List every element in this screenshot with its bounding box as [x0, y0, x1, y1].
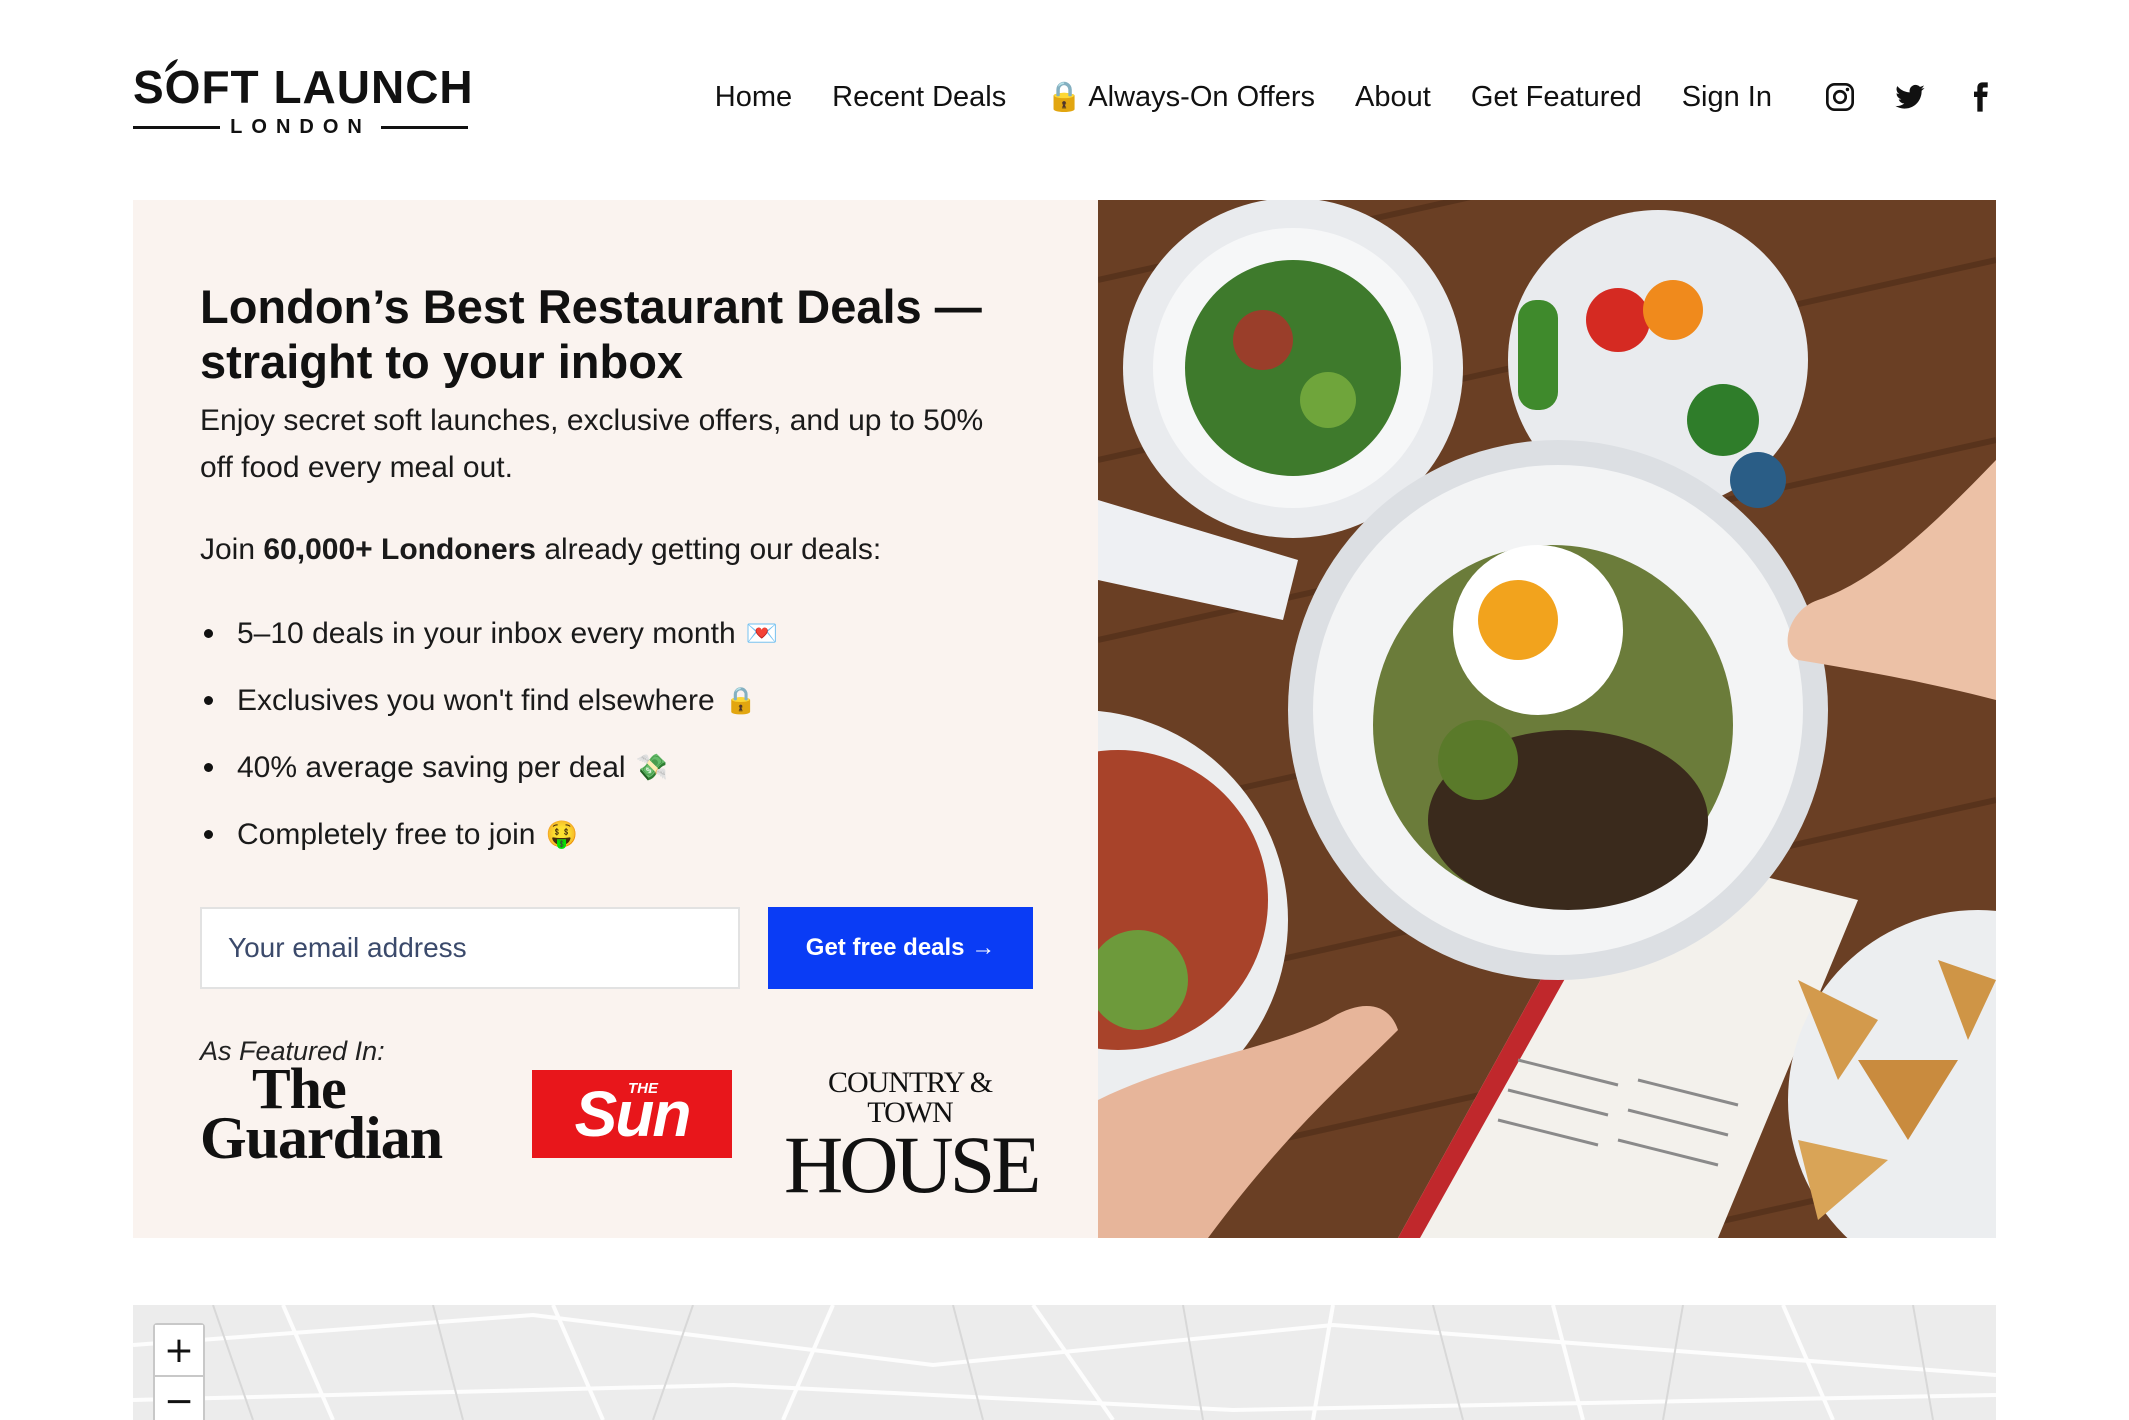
- map-tiles: [133, 1305, 1996, 1420]
- hero-food-photo: [1098, 200, 1996, 1238]
- guardian-logo: The Guardian: [200, 1056, 443, 1171]
- country-and-town-house-logo: COUNTRY & TOWN HOUSE: [784, 1066, 1041, 1210]
- the-sun-logo: THE Sun: [532, 1070, 732, 1158]
- nav-sign-in[interactable]: Sign In: [1682, 81, 1772, 114]
- site-header: SOFT LAUNCH LONDON Home Recent Deals 🔒 Al…: [133, 0, 1996, 200]
- love-letter-icon: 💌: [745, 618, 779, 648]
- benefit-item: 5–10 deals in your inbox every month 💌: [200, 600, 778, 667]
- nav-about[interactable]: About: [1355, 81, 1431, 114]
- money-wings-icon: 💸: [635, 752, 668, 782]
- join-statement: Join 60,000+ Londoners already getting o…: [200, 533, 882, 566]
- benefit-item: 40% average saving per deal 💸: [200, 734, 778, 801]
- social-links: [1824, 81, 1996, 113]
- money-face-icon: 🤑: [545, 819, 578, 849]
- logo-wordmark: SOFT LAUNCH: [133, 61, 474, 113]
- press-logos: The Guardian THE Sun COUNTRY & TOWN HOUS…: [200, 1056, 1041, 1210]
- lock-icon: 🔒: [724, 685, 758, 715]
- hero-signup-panel: London’s Best Restaurant Deals — straigh…: [133, 200, 1098, 1238]
- food-photo-illustration: [1098, 200, 1996, 1238]
- nav-always-on-offers[interactable]: 🔒 Always-On Offers: [1046, 80, 1315, 114]
- subscriber-count: 60,000+ Londoners: [263, 533, 536, 566]
- main-nav: Home Recent Deals 🔒 Always-On Offers Abou…: [675, 80, 1996, 114]
- facebook-icon[interactable]: [1964, 81, 1996, 113]
- twitter-icon[interactable]: [1894, 81, 1926, 113]
- benefit-item: Exclusives you won't find elsewhere 🔒: [200, 667, 778, 734]
- map-widget[interactable]: + −: [133, 1305, 1996, 1420]
- logo-subtitle: LONDON: [133, 116, 469, 139]
- hero-headline: London’s Best Restaurant Deals — straigh…: [200, 280, 982, 388]
- instagram-icon[interactable]: [1824, 81, 1856, 113]
- benefit-item: Completely free to join 🤑: [200, 801, 778, 868]
- zoom-in-button[interactable]: +: [155, 1325, 203, 1375]
- hero-subtext: Enjoy secret soft launches, exclusive of…: [200, 404, 984, 484]
- nav-home[interactable]: Home: [715, 81, 792, 114]
- nav-get-featured[interactable]: Get Featured: [1471, 81, 1642, 114]
- lock-icon: 🔒: [1046, 81, 1083, 113]
- map-zoom-controls: + −: [153, 1323, 205, 1420]
- leaf-icon: [165, 59, 178, 72]
- get-free-deals-button[interactable]: Get free deals →: [768, 907, 1033, 989]
- email-field[interactable]: [200, 907, 740, 989]
- benefits-list: 5–10 deals in your inbox every month 💌 Ex…: [200, 600, 778, 868]
- nav-recent-deals[interactable]: Recent Deals: [832, 81, 1006, 114]
- zoom-out-button[interactable]: −: [155, 1375, 203, 1420]
- site-logo[interactable]: SOFT LAUNCH LONDON: [133, 59, 474, 139]
- hero-section: London’s Best Restaurant Deals — straigh…: [133, 200, 1996, 1238]
